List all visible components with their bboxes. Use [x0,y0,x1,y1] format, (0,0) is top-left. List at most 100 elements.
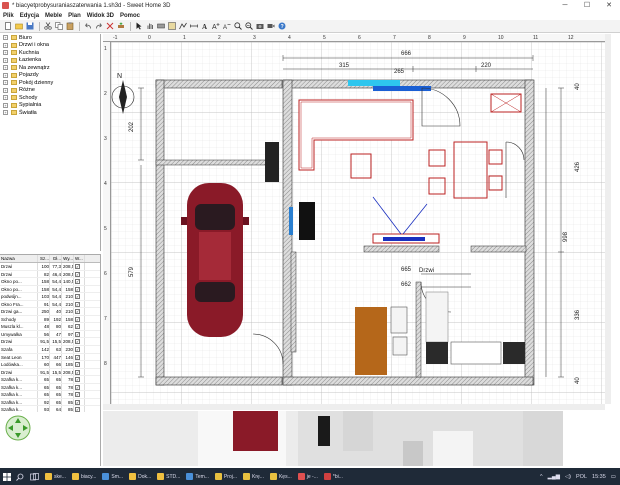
expand-icon[interactable]: + [3,42,8,48]
pan-icon[interactable] [145,22,154,31]
furniture-row[interactable]: Szafka k... 65 65 78 ✓ [0,376,100,384]
catalog-category[interactable]: + Pojazdy [0,72,100,80]
furniture-row[interactable]: Szafka k... 65 65 78 ✓ [0,383,100,392]
washbasin[interactable] [392,336,408,356]
expand-icon[interactable]: + [3,80,8,86]
menu-edycja[interactable]: Edycja [17,13,42,19]
expand-icon[interactable]: + [3,110,8,116]
visible-checkbox[interactable]: ✓ [75,347,80,353]
expand-icon[interactable]: + [3,87,8,93]
visible-checkbox[interactable]: ✓ [75,384,80,390]
expand-icon[interactable]: + [3,102,8,108]
minimize-button[interactable]: ─ [554,0,576,11]
taskbar-app[interactable]: Krę... [241,470,266,483]
plan-canvas[interactable]: N 666 315 265 220 202 579 426 998 336 66… [111,42,608,404]
column-header-width[interactable]: Sz... [38,255,50,262]
language-indicator[interactable]: POL [576,474,587,480]
cut-icon[interactable] [43,22,52,31]
column-header-name[interactable]: Nazwa [0,255,38,262]
copy-icon[interactable] [54,22,63,31]
visible-checkbox[interactable]: ✓ [75,301,80,307]
visible-checkbox[interactable]: ✓ [75,354,80,360]
visible-checkbox[interactable]: ✓ [75,324,80,330]
taskbar-app[interactable]: biacy... [70,470,98,483]
tv[interactable] [383,237,425,241]
visible-checkbox[interactable]: ✓ [75,294,80,300]
furniture-row[interactable]: Szafka k... 65 65 78 ✓ [0,391,100,399]
3d-view-canvas[interactable] [103,411,611,466]
wardrobe[interactable] [425,291,449,343]
menu-pomoc[interactable]: Pomoc [117,13,143,19]
notifications-icon[interactable]: ▭ [611,474,616,480]
plan-horizontal-scrollbar[interactable] [103,404,605,410]
taskbar-app[interactable]: STD... [155,470,182,483]
add-furniture-icon[interactable] [116,22,125,31]
taskbar-app[interactable]: Tem... [184,470,211,483]
decrease-text-icon[interactable]: A [222,22,231,31]
catalog-category[interactable]: + Schody [0,94,100,102]
visible-checkbox[interactable]: ✓ [75,309,80,315]
maximize-button[interactable]: ☐ [576,0,598,11]
create-rooms-icon[interactable] [167,22,176,31]
help-icon[interactable]: ? [277,22,286,31]
create-video-icon[interactable] [266,22,275,31]
menu-meble[interactable]: Meble [42,13,65,19]
catalog-category[interactable]: + Drzwi i okna [0,42,100,50]
furniture-row[interactable]: Drzwi ga... 250 40 210 ✓ [0,308,100,316]
3d-view[interactable] [103,411,611,466]
catalog-category[interactable]: + Kuchnia [0,49,100,57]
visible-checkbox[interactable]: ✓ [75,286,80,292]
furniture-row[interactable]: Szafka k... 92 65 85 ✓ [0,398,100,407]
catalog-category[interactable]: + Sypialnia [0,102,100,110]
clock[interactable]: 15:35 [592,474,606,480]
furniture-row[interactable]: Drzwi 82 46,4 208,5 ✓ [0,270,100,279]
chimney[interactable] [265,142,279,182]
visible-checkbox[interactable]: ✓ [75,369,80,375]
furniture-row[interactable]: Seat Leon 170 447 146 ✓ [0,353,100,362]
furniture-row[interactable]: Umywalka 56 47 97 ✓ [0,330,100,339]
tray-chevron-icon[interactable]: ^ [540,474,543,480]
kitchen-unit-1[interactable] [426,342,448,364]
open-icon[interactable] [14,22,23,31]
taskbar-app[interactable]: ske... [43,470,68,483]
furniture-row[interactable]: Szafa 142 63 230 ✓ [0,346,100,354]
create-dimensions-icon[interactable] [189,22,198,31]
furniture-row[interactable]: Okno Fra... 91 54,4 210 ✓ [0,300,100,309]
create-polylines-icon[interactable] [178,22,187,31]
visible-checkbox[interactable]: ✓ [75,392,80,398]
plan-vertical-scrollbar[interactable] [605,34,611,404]
taskbar-app[interactable]: Kęs... [268,470,294,483]
visible-checkbox[interactable]: ✓ [75,279,80,285]
taskbar-app[interactable]: Sm... [100,470,125,483]
furniture-row[interactable]: Lodówka... 60 66 185 ✓ [0,361,100,369]
kitchen-unit-2[interactable] [503,342,525,364]
taskbar-app[interactable]: *bi... [322,470,345,483]
expand-icon[interactable]: + [3,57,8,63]
furniture-row[interactable]: Drzwi 91,5 15,5 208,5 ✓ [0,338,100,347]
navigation-arrows-icon[interactable] [5,415,31,441]
furniture-row[interactable]: Okno po... 158 54,4 158 ✓ [0,285,100,294]
redo-icon[interactable] [94,22,103,31]
window-north[interactable] [348,80,400,86]
search-button[interactable] [14,470,26,483]
furniture-row[interactable]: podwójn... 103 54,4 210 ✓ [0,293,100,301]
taskbar-app[interactable]: Dok... [127,470,153,483]
furniture-row[interactable]: Okno po... 158 54,4 140,5 ✓ [0,278,100,286]
task-view-button[interactable] [28,470,41,483]
paste-icon[interactable] [65,22,74,31]
catalog-category[interactable]: + Światła [0,109,100,117]
visible-checkbox[interactable]: ✓ [75,399,80,405]
taskbar-app[interactable]: Proj... [213,470,239,483]
furniture-row[interactable]: Schody 89 192 158 ✓ [0,315,100,324]
visible-checkbox[interactable]: ✓ [75,339,80,345]
menu-plan[interactable]: Plan [65,13,84,19]
increase-text-icon[interactable]: A [211,22,220,31]
new-icon[interactable] [3,22,12,31]
select-icon[interactable] [134,22,143,31]
window-west[interactable] [289,207,293,235]
car-seat-leon[interactable] [181,183,249,337]
zoom-out-icon[interactable] [244,22,253,31]
visible-checkbox[interactable]: ✓ [75,331,80,337]
start-button[interactable] [0,468,14,485]
create-photo-icon[interactable] [255,22,264,31]
